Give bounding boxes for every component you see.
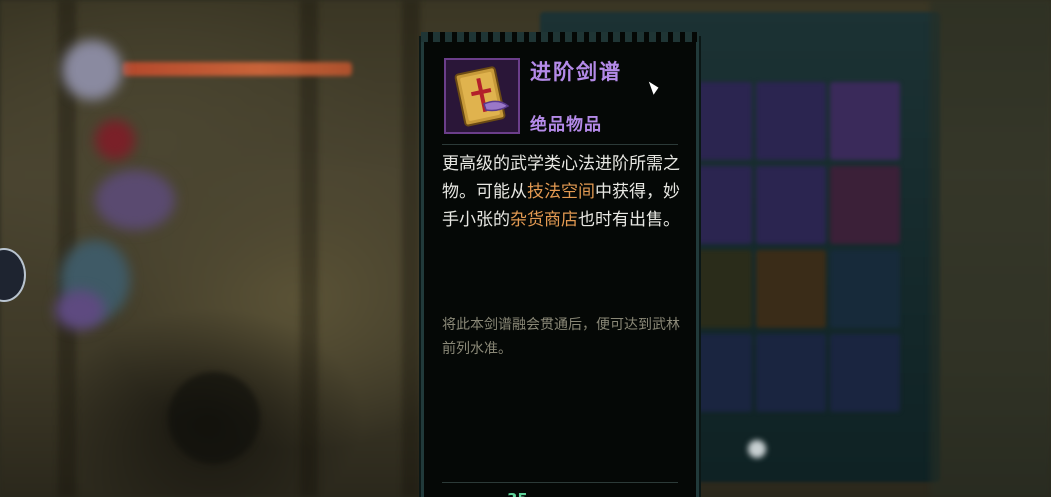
divider [442, 144, 678, 145]
divider [442, 482, 678, 483]
inventory-grid [682, 82, 902, 422]
item-grade: 绝品物品 [530, 115, 602, 135]
item-name: 进阶剑谱 [530, 60, 622, 84]
stat-label: … [484, 490, 499, 497]
item-flavor-text: 将此本剑谱融会贯通后，便可达到武林前列水准。 [442, 317, 680, 357]
stat-value: 35 [507, 490, 528, 497]
item-description: 更高级的武学类心法进阶所需之物。可能从技法空间中获得，妙手小张的杂货商店也时有出… [442, 154, 680, 230]
inventory-bottom-icon[interactable] [748, 440, 766, 458]
character-sprite [62, 40, 122, 100]
virtual-joystick[interactable] [168, 372, 260, 464]
inventory-slot[interactable] [756, 334, 826, 412]
inventory-slot[interactable] [756, 166, 826, 244]
inventory-slot[interactable] [756, 250, 826, 328]
item-tooltip: 进阶剑谱 绝品物品 更高级的武学类心法进阶所需之物。可能从技法空间中获得，妙手小… [421, 32, 699, 497]
inventory-slot[interactable] [830, 250, 900, 328]
highlight-location: 技法空间 [527, 182, 595, 202]
inventory-slot[interactable] [756, 82, 826, 160]
item-stat-row: … 35 [484, 490, 684, 497]
game-screen: 进阶剑谱 绝品物品 更高级的武学类心法进阶所需之物。可能从技法空间中获得，妙手小… [0, 0, 1051, 497]
highlight-shop: 杂货商店 [510, 210, 578, 230]
item-icon-frame [444, 58, 520, 134]
inventory-side-area [930, 0, 1051, 497]
sword-manual-book-icon [446, 60, 518, 132]
enemy-health-bar [122, 62, 352, 76]
inventory-slot[interactable] [830, 82, 900, 160]
inventory-slot[interactable] [830, 166, 900, 244]
inventory-slot[interactable] [830, 334, 900, 412]
